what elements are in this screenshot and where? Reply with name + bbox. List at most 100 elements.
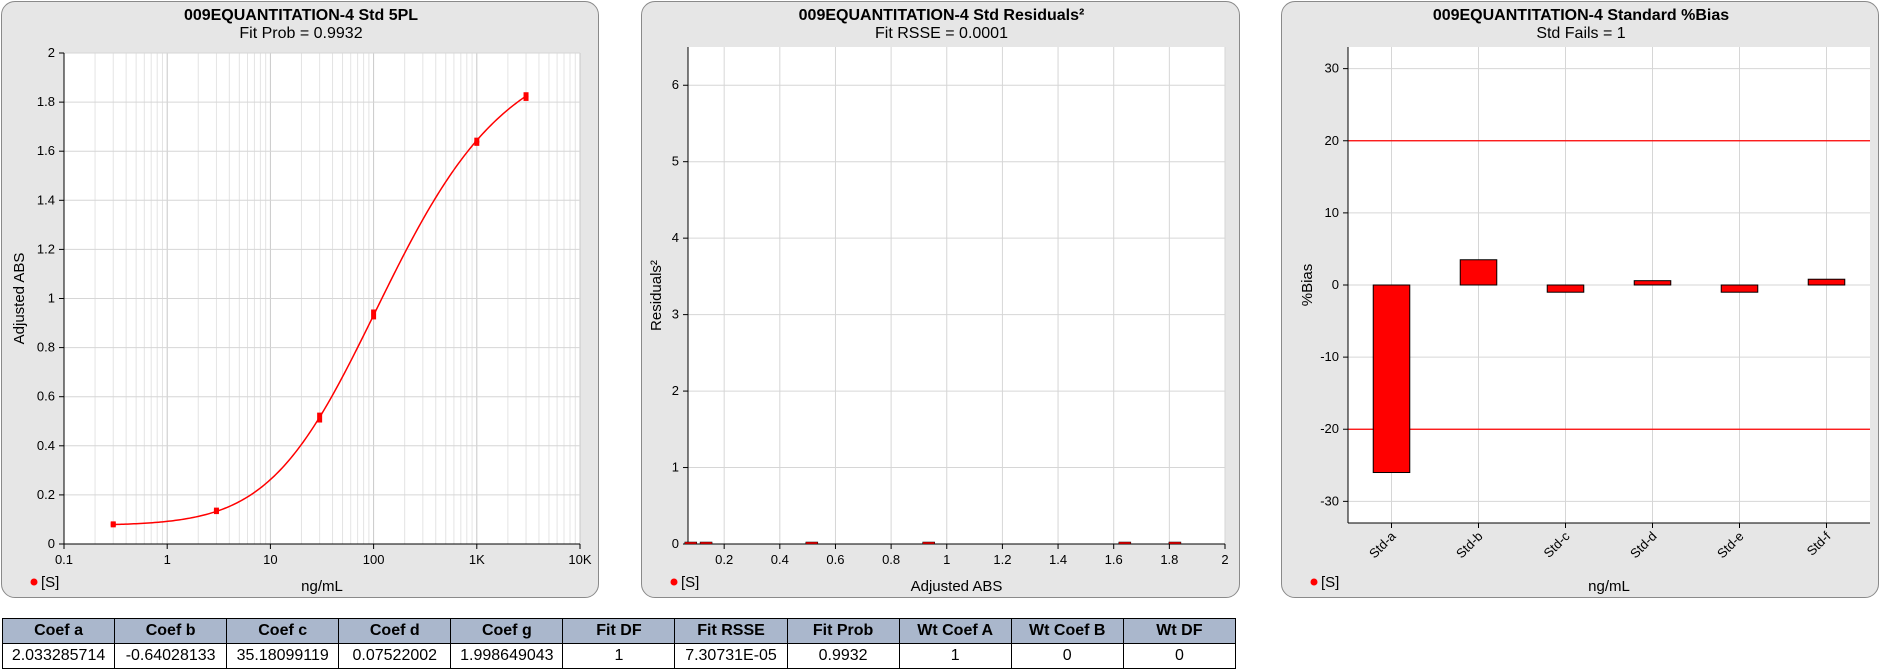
data-point <box>213 507 219 513</box>
x-tick-label: 1 <box>164 552 171 567</box>
chart-subtitle: Std Fails = 1 <box>1536 25 1625 42</box>
bias-bar <box>1372 284 1411 474</box>
data-point <box>371 314 377 320</box>
std-curve-chart: 009EQUANTITATION-4 Std 5PLFit Prob = 0.9… <box>11 7 592 595</box>
x-tick-label: 1.8 <box>1160 552 1178 567</box>
bias-bar <box>1546 284 1585 293</box>
y-tick-label: 0.6 <box>37 389 55 404</box>
x-tick-label: 1 <box>943 552 950 567</box>
y-tick-label: 1.4 <box>37 192 55 207</box>
y-tick-label: 2 <box>48 45 55 60</box>
residual-point <box>699 541 713 545</box>
residual-point <box>1118 541 1132 545</box>
x-tick-label: 1.6 <box>1105 552 1123 567</box>
coefficient-table: Coef a Coef b Coef c Coef d Coef g Fit D… <box>1 618 1237 669</box>
x-tick-label: 0.2 <box>715 552 733 567</box>
y-tick-label: 0 <box>672 536 679 551</box>
x-tick-label: 10 <box>263 552 277 567</box>
x-tick-label: 2 <box>1221 552 1228 567</box>
y-tick-label: 1 <box>48 291 55 306</box>
y-tick-label: 20 <box>1325 133 1339 148</box>
bias-bar <box>1459 259 1498 286</box>
x-tick-label: 0.4 <box>771 552 789 567</box>
x-tick-label: 100 <box>363 552 385 567</box>
column-header: Coef a <box>1 618 116 644</box>
table-cell: 2.033285714 <box>1 643 116 669</box>
y-tick-label: 0 <box>1332 277 1339 292</box>
y-tick-label: -10 <box>1320 349 1339 364</box>
legend-label: [S] <box>681 574 699 591</box>
x-tick-label: Std-a <box>1366 528 1399 561</box>
chart-subtitle: Fit RSSE = 0.0001 <box>875 25 1008 42</box>
chart-title: 009EQUANTITATION-4 Std Residuals² <box>799 7 1085 24</box>
y-tick-label: 2 <box>672 383 679 398</box>
y-tick-label: 0 <box>48 536 55 551</box>
std-curve-panel: 009EQUANTITATION-4 Std 5PL Fit Prob = 0.9… <box>1 1 599 598</box>
x-tick-label: 0.8 <box>882 552 900 567</box>
table-cell: -0.64028133 <box>114 643 228 669</box>
residual-point <box>684 541 698 545</box>
x-axis-label: Adjusted ABS <box>911 578 1003 595</box>
column-header: Wt Coef A <box>898 618 1012 644</box>
column-header: Coef g <box>450 618 564 644</box>
plot-area <box>688 47 1225 544</box>
residual-point <box>1168 541 1182 545</box>
y-tick-label: 0.2 <box>37 487 55 502</box>
x-axis-label: ng/mL <box>301 578 343 595</box>
residuals-panel: 009EQUANTITATION-4 Std Residuals² Fit RSS… <box>641 1 1240 598</box>
y-tick-label: -30 <box>1320 493 1339 508</box>
table-cell: 1 <box>898 643 1012 669</box>
coefficient-table-header: Coef a Coef b Coef c Coef d Coef g Fit D… <box>1 618 1237 644</box>
data-point <box>474 137 480 143</box>
chart-subtitle: Fit Prob = 0.9932 <box>239 25 362 42</box>
x-tick-label: Std-b <box>1453 529 1486 562</box>
bias-chart: 009EQUANTITATION-4 Standard %BiasStd Fai… <box>1299 7 1870 595</box>
x-tick-label: Std-d <box>1627 529 1660 562</box>
x-tick-label: 1.4 <box>1049 552 1067 567</box>
x-tick-label: Std-f <box>1804 528 1834 558</box>
table-cell: 0.07522002 <box>338 643 452 669</box>
y-tick-label: 1.2 <box>37 241 55 256</box>
y-tick-label: 1.8 <box>37 94 55 109</box>
data-point <box>317 417 323 423</box>
y-axis-label: Adjusted ABS <box>11 253 28 345</box>
x-tick-label: 10K <box>568 552 591 567</box>
legend-label: [S] <box>41 574 59 591</box>
residual-point <box>922 541 935 545</box>
legend-marker <box>30 578 38 586</box>
y-axis-label: Residuals² <box>648 260 665 331</box>
y-tick-label: 4 <box>672 230 679 245</box>
column-header: Fit DF <box>562 618 676 644</box>
column-header: Fit RSSE <box>674 618 788 644</box>
chart-title: 009EQUANTITATION-4 Standard %Bias <box>1433 7 1729 24</box>
y-axis-label: %Bias <box>1299 264 1316 307</box>
y-tick-label: -20 <box>1320 421 1339 436</box>
legend-label: [S] <box>1321 574 1339 591</box>
y-tick-label: 10 <box>1325 205 1339 220</box>
residual-point <box>805 541 819 545</box>
y-tick-label: 0.4 <box>37 438 55 453</box>
table-row: 2.033285714 -0.64028133 35.18099119 0.07… <box>1 643 1237 669</box>
x-tick-label: 1K <box>469 552 485 567</box>
table-cell: 0 <box>1122 643 1237 669</box>
column-header: Coef b <box>114 618 228 644</box>
column-header: Wt DF <box>1122 618 1237 644</box>
y-tick-label: 0.8 <box>37 340 55 355</box>
table-cell: 1.998649043 <box>450 643 564 669</box>
x-tick-label: Std-c <box>1541 528 1573 560</box>
column-header: Wt Coef B <box>1010 618 1124 644</box>
table-cell: 35.18099119 <box>226 643 340 669</box>
table-cell: 0.9932 <box>786 643 900 669</box>
y-tick-label: 6 <box>672 77 679 92</box>
column-header: Coef c <box>226 618 340 644</box>
table-cell: 1 <box>562 643 676 669</box>
chart-title: 009EQUANTITATION-4 Std 5PL <box>184 7 418 24</box>
data-point <box>523 92 529 98</box>
bias-panel: 009EQUANTITATION-4 Standard %Bias Std Fai… <box>1281 1 1879 598</box>
data-point <box>110 521 116 527</box>
y-tick-label: 3 <box>672 307 679 322</box>
table-cell: 0 <box>1010 643 1124 669</box>
legend-marker <box>1310 578 1318 586</box>
data-point <box>371 309 377 315</box>
bias-bar <box>1633 280 1672 286</box>
